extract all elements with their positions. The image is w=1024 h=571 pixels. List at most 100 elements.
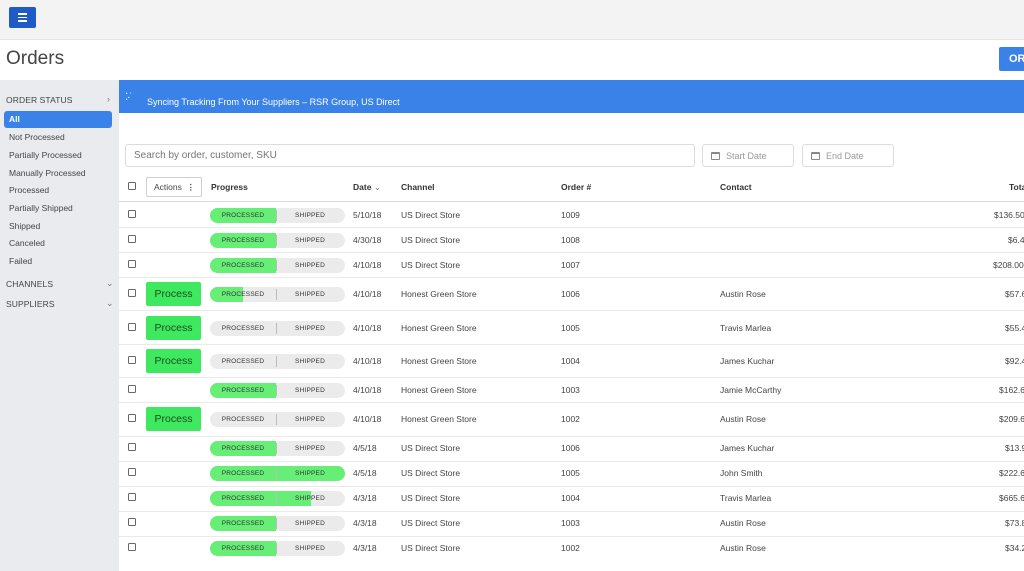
order-total: $208.00 — [993, 260, 1024, 270]
progress-divider — [276, 413, 277, 425]
processed-label: PROCESSED — [221, 544, 265, 552]
sidebar-item-failed[interactable]: Failed — [4, 253, 112, 270]
row-checkbox[interactable] — [128, 260, 136, 268]
select-all-checkbox[interactable] — [128, 182, 136, 190]
start-date-placeholder: Start Date — [726, 150, 767, 161]
processed-label: PROCESSED — [221, 236, 265, 244]
search-input[interactable] — [125, 144, 695, 167]
process-button[interactable]: Process — [146, 316, 201, 340]
row-checkbox[interactable] — [128, 210, 136, 218]
process-button[interactable]: Process — [146, 407, 201, 431]
order-total: $162.60 — [999, 385, 1024, 395]
orders-button[interactable]: ORDERS — [999, 47, 1024, 71]
order-channel: US Direct Store — [401, 260, 461, 270]
actions-label: Actions — [154, 182, 182, 192]
order-number: 1008 — [561, 235, 580, 245]
shipped-label: SHIPPED — [295, 494, 325, 502]
chevron-down-icon[interactable]: ⌄ — [106, 298, 114, 309]
sidebar-item-partially-processed[interactable]: Partially Processed — [4, 147, 112, 164]
hamburger-icon-line — [18, 16, 27, 19]
order-date: 4/3/18 — [353, 543, 377, 553]
more-vertical-icon: ⋮ — [186, 182, 196, 192]
suppliers-heading[interactable]: SUPPLIERS — [6, 299, 55, 309]
processed-label: PROCESSED — [221, 357, 265, 365]
row-checkbox[interactable] — [128, 323, 136, 331]
row-checkbox[interactable] — [128, 468, 136, 476]
progress-bar: PROCESSED SHIPPED — [210, 411, 345, 427]
order-date: 4/10/18 — [353, 356, 382, 366]
page-header — [0, 40, 1024, 80]
shipped-label: SHIPPED — [295, 469, 325, 477]
shipped-label: SHIPPED — [295, 357, 325, 365]
sidebar-item-partially-shipped[interactable]: Partially Shipped — [4, 200, 112, 217]
order-status-heading[interactable]: ORDER STATUS — [6, 95, 73, 105]
calendar-icon — [711, 151, 720, 160]
order-channel: US Direct Store — [401, 468, 461, 478]
channels-heading[interactable]: CHANNELS — [6, 279, 53, 289]
sidebar-item-manually-processed[interactable]: Manually Processed — [4, 165, 112, 182]
order-total: $665.60 — [999, 493, 1024, 503]
row-checkbox[interactable] — [128, 289, 136, 297]
row-checkbox[interactable] — [128, 518, 136, 526]
order-number: 1004 — [561, 356, 580, 366]
progress-divider — [276, 355, 277, 367]
process-button[interactable]: Process — [146, 349, 201, 373]
process-button[interactable]: Process — [146, 282, 201, 306]
column-header-channel: Channel — [401, 182, 435, 192]
column-header-progress: Progress — [211, 182, 248, 192]
order-total: $34.20 — [1005, 543, 1024, 553]
chevron-down-icon[interactable]: ⌄ — [106, 278, 114, 289]
row-divider — [119, 310, 1024, 311]
page-title: Orders — [6, 48, 65, 69]
progress-bar: PROCESSED SHIPPED — [210, 382, 345, 398]
order-number: 1005 — [561, 323, 580, 333]
processed-label: PROCESSED — [221, 519, 265, 527]
row-checkbox[interactable] — [128, 493, 136, 501]
order-date: 4/5/18 — [353, 468, 377, 478]
progress-divider — [276, 384, 277, 396]
progress-bar: PROCESSED SHIPPED — [210, 515, 345, 531]
top-bar — [0, 0, 1024, 40]
actions-dropdown-button[interactable]: Actions ⋮ — [146, 177, 202, 197]
progress-divider — [276, 517, 277, 529]
progress-divider — [276, 322, 277, 334]
chevron-right-icon[interactable]: › — [107, 94, 110, 104]
processed-label: PROCESSED — [221, 261, 265, 269]
sidebar-item-shipped[interactable]: Shipped — [4, 218, 112, 235]
order-number: 1003 — [561, 518, 580, 528]
sidebar-item-processed[interactable]: Processed — [4, 182, 112, 199]
order-contact: James Kuchar — [720, 356, 775, 366]
column-header-order: Order # — [561, 182, 592, 192]
order-total: $57.60 — [1005, 289, 1024, 299]
row-checkbox[interactable] — [128, 443, 136, 451]
order-total: $136.50 — [994, 210, 1024, 220]
table-header-divider — [119, 201, 1024, 202]
column-header-date[interactable]: Date ⌄ — [353, 182, 381, 193]
sync-banner-text: Syncing Tracking From Your Suppliers – R… — [147, 97, 400, 107]
row-divider — [119, 536, 1024, 537]
sidebar-item-canceled[interactable]: Canceled — [4, 235, 112, 252]
order-contact: Austin Rose — [720, 289, 766, 299]
order-contact: Travis Marlea — [720, 323, 772, 333]
shipped-label: SHIPPED — [295, 290, 325, 298]
order-total: $209.60 — [999, 414, 1024, 424]
shipped-label: SHIPPED — [295, 211, 325, 219]
progress-divider — [276, 492, 277, 504]
sidebar-item-not-processed[interactable]: Not Processed — [4, 129, 112, 146]
shipped-label: SHIPPED — [295, 324, 325, 332]
sidebar-item-all[interactable]: All — [4, 111, 112, 128]
shipped-label: SHIPPED — [295, 386, 325, 394]
row-checkbox[interactable] — [128, 356, 136, 364]
processed-label: PROCESSED — [221, 415, 265, 423]
row-checkbox[interactable] — [128, 385, 136, 393]
order-date: 4/10/18 — [353, 289, 382, 299]
order-date: 4/3/18 — [353, 518, 377, 528]
row-checkbox[interactable] — [128, 235, 136, 243]
row-checkbox[interactable] — [128, 543, 136, 551]
hamburger-menu-button[interactable] — [9, 7, 36, 28]
start-date-field[interactable]: Start Date — [702, 144, 794, 167]
processed-label: PROCESSED — [221, 469, 265, 477]
progress-bar: PROCESSED SHIPPED — [210, 440, 345, 456]
row-checkbox[interactable] — [128, 414, 136, 422]
end-date-field[interactable]: End Date — [802, 144, 894, 167]
